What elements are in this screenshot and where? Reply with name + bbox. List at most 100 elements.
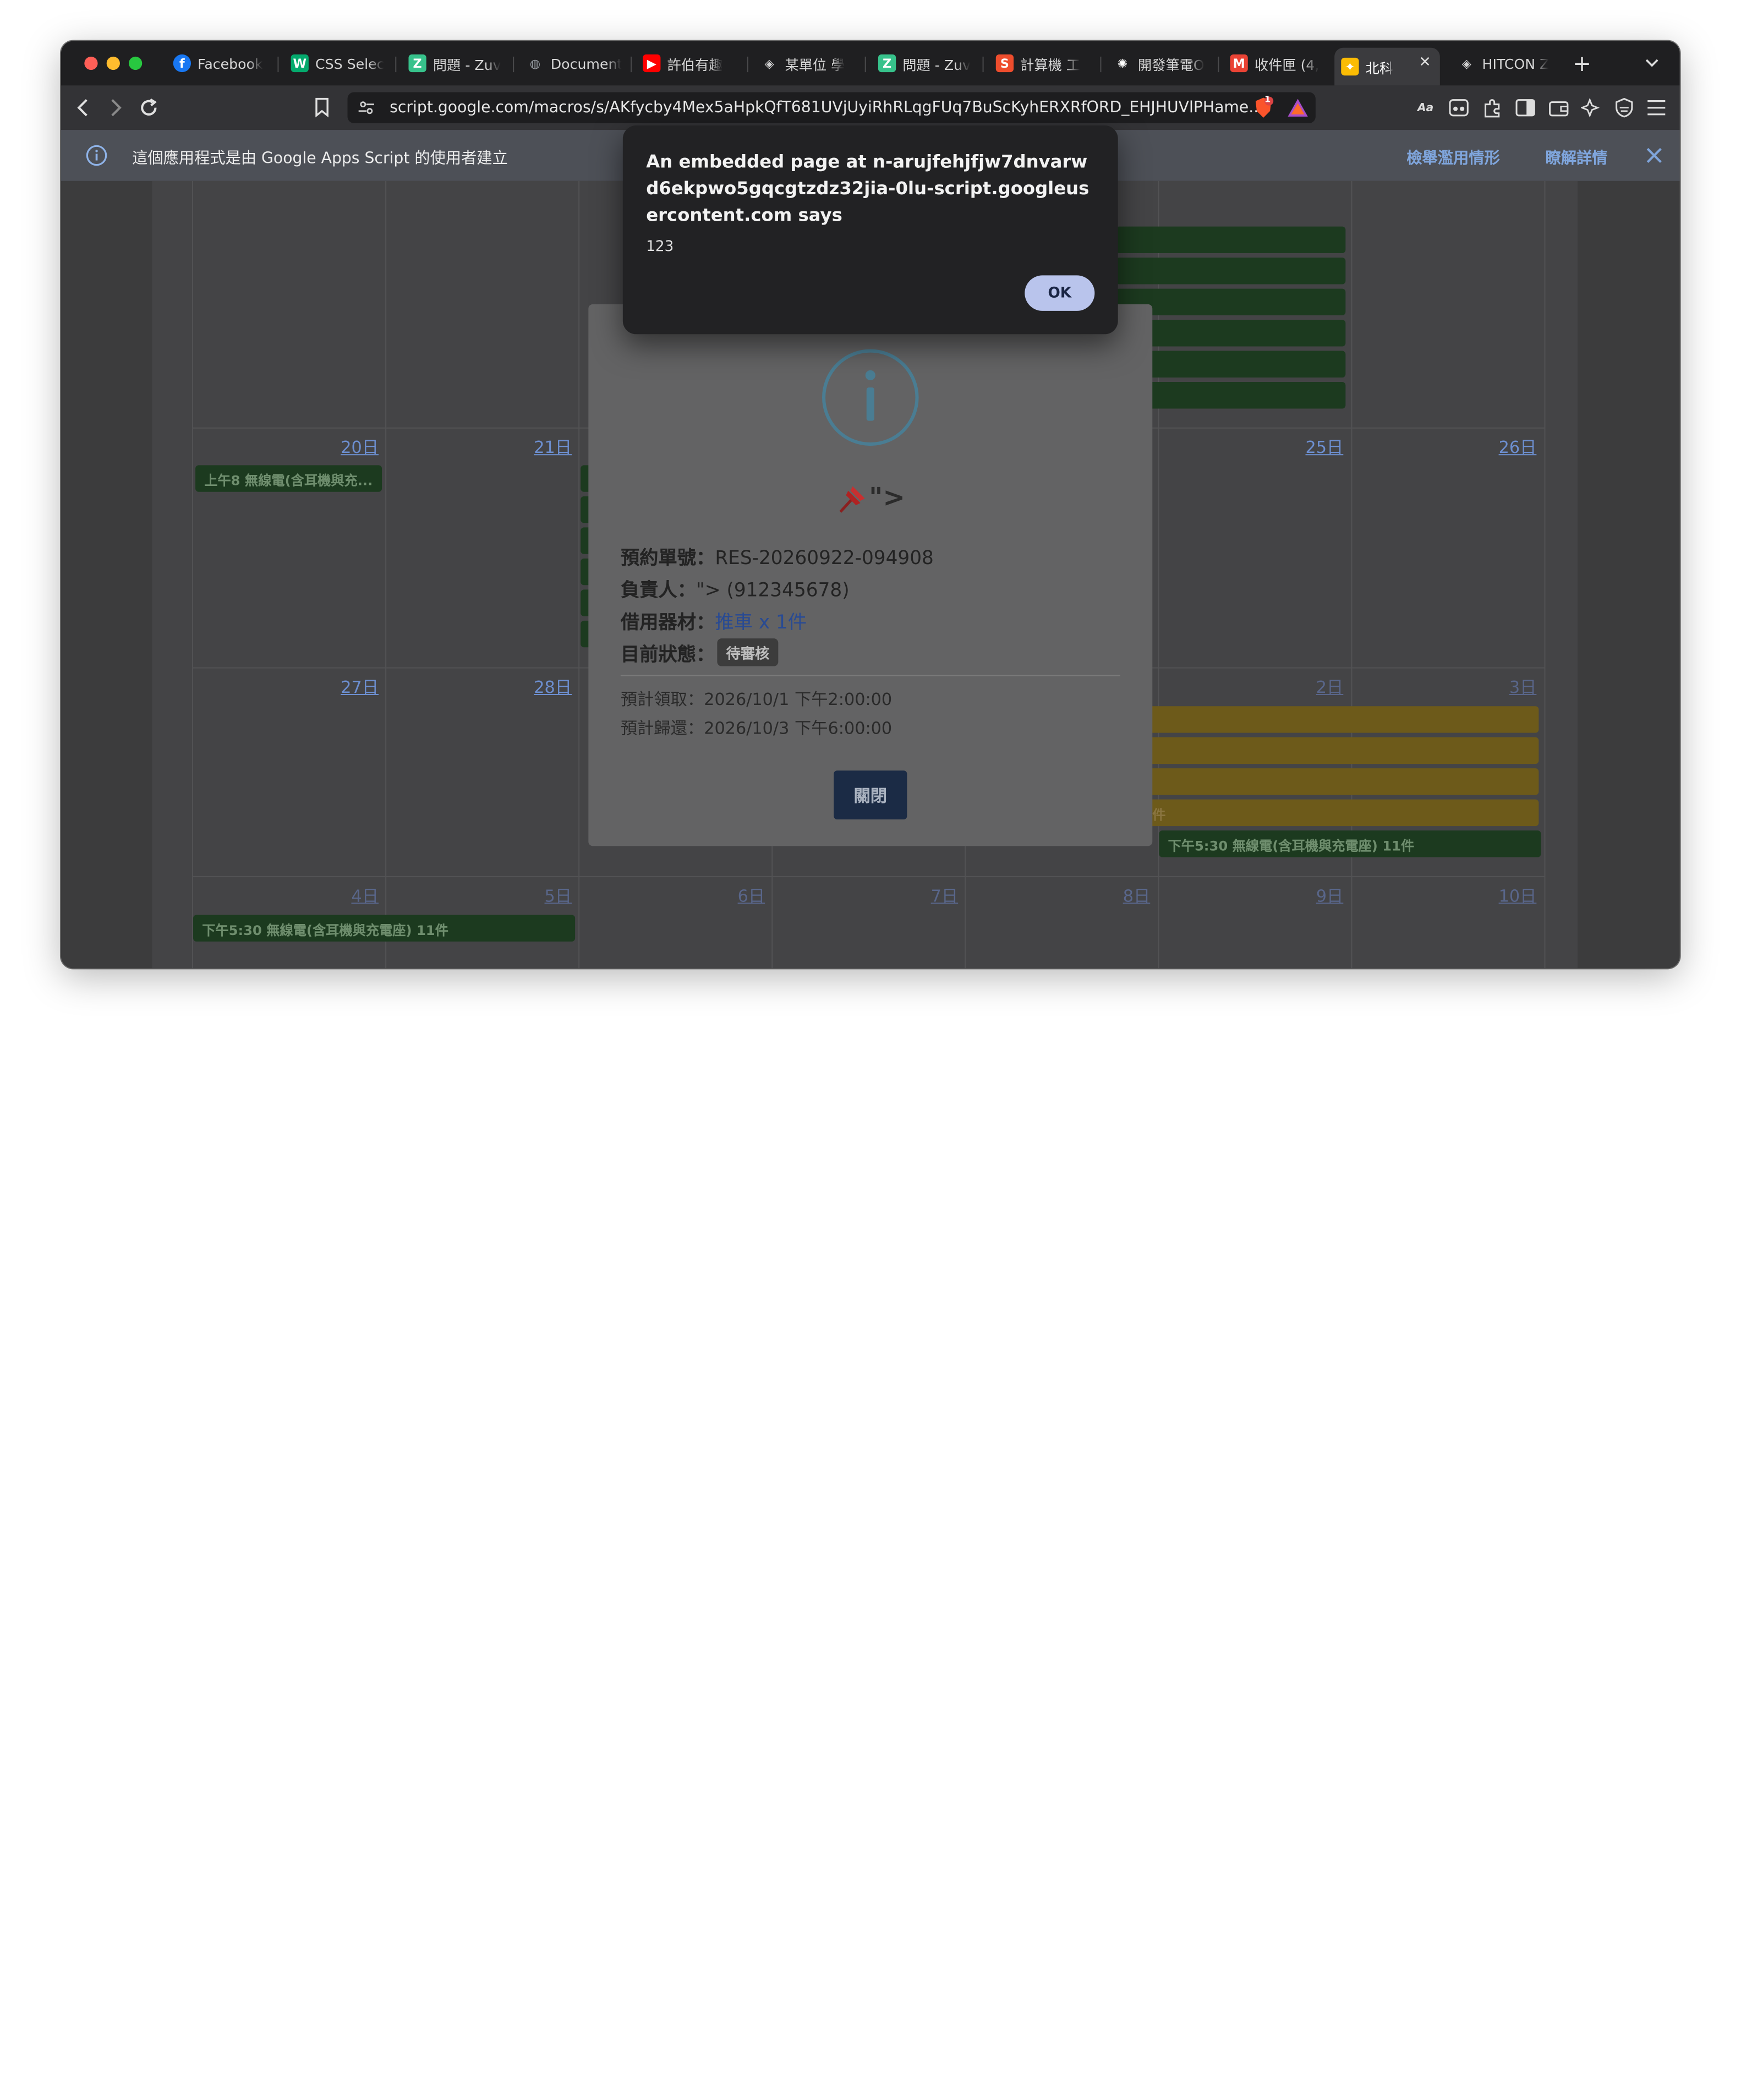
calendar-event[interactable]: [1115, 226, 1346, 254]
bookmark-icon[interactable]: [312, 97, 332, 118]
tab-1[interactable]: f Facebook: [167, 48, 269, 79]
calendar-event[interactable]: 下午5:30 無線電(含耳機與充電座) 11件: [193, 915, 576, 942]
gmail-icon: M: [1230, 54, 1248, 73]
tab-title: HITCON Z: [1482, 54, 1550, 72]
info-circle-icon: [820, 348, 921, 448]
brave-shields-icon[interactable]: 1: [1252, 94, 1274, 119]
pickup-row: 預計領取：2026/10/1 下午2:00:00: [621, 687, 892, 710]
reader-icon[interactable]: [1449, 98, 1469, 118]
close-window-button[interactable]: [84, 56, 98, 70]
reservation-detail-modal: "> 預約單號：RES-20260922-094908 負責人："> (9123…: [588, 304, 1153, 846]
back-icon[interactable]: [73, 98, 93, 118]
calendar-event[interactable]: [1143, 737, 1539, 764]
openai-icon: ✺: [1117, 56, 1128, 71]
equipment-row: 借用器材：推車 x 1件: [621, 606, 807, 634]
tab-separator: [864, 56, 866, 73]
calendar-event[interactable]: 下午5:30 無線電(含耳機與充電座) 11件: [1159, 830, 1541, 857]
leo-ai-icon[interactable]: [1581, 97, 1601, 118]
tab-12[interactable]: ◈ HITCON Z: [1451, 48, 1553, 79]
tab-3[interactable]: Z 問題 - Zuv: [402, 48, 504, 79]
vpn-icon[interactable]: [1614, 97, 1634, 118]
status-badge: 待審核: [717, 638, 779, 666]
info-bar-text: 這個應用程式是由 Google Apps Script 的使用者建立: [132, 150, 508, 168]
extensions-icon[interactable]: [1482, 98, 1502, 118]
status-label: 目前狀態：: [620, 644, 715, 666]
day-9[interactable]: 9日: [1277, 884, 1344, 907]
tab-title: 收件匣 (4,: [1254, 56, 1320, 73]
minimize-window-button[interactable]: [106, 56, 120, 70]
order-number-label: 預約單號：: [620, 547, 715, 570]
tab-separator: [395, 56, 397, 73]
calendar-event[interactable]: 件: [1143, 799, 1539, 827]
day-10[interactable]: 10日: [1470, 884, 1537, 907]
address-bar[interactable]: script.google.com/macros/s/AKfycby4Mex5a…: [347, 92, 1316, 123]
day-27[interactable]: 27日: [312, 675, 379, 698]
globe-icon: ◍: [529, 56, 541, 71]
translate-icon[interactable]: Aa: [1415, 98, 1435, 118]
report-abuse-link[interactable]: 檢舉濫用情形: [1406, 146, 1499, 168]
modal-heading-text: ">: [869, 482, 905, 513]
tab-10[interactable]: M 收件匣 (4,: [1223, 48, 1326, 79]
tab-8[interactable]: S 計算機 工: [989, 48, 1092, 79]
pickup-value: 2026/10/1 下午2:00:00: [704, 689, 893, 710]
browser-toolbar: script.google.com/macros/s/AKfycby4Mex5a…: [61, 85, 1680, 130]
calendar-event-label: 件: [1152, 807, 1166, 823]
owner-label: 負責人：: [620, 579, 697, 602]
tab-5[interactable]: ▶ 許伯有趣: [636, 48, 738, 79]
tab-title: Document: [550, 54, 622, 72]
tab-6[interactable]: ◈ 某單位 學: [754, 48, 856, 79]
day-7[interactable]: 7日: [891, 884, 959, 907]
calendar-event[interactable]: [1115, 258, 1346, 285]
calendar-event[interactable]: [1143, 706, 1539, 733]
owner-value: "> (912345678): [696, 579, 850, 602]
tab-separator: [513, 56, 514, 73]
tab-7[interactable]: Z 問題 - Zuv: [872, 48, 974, 79]
day-20[interactable]: 20日: [312, 435, 379, 458]
tab-title: 北科: [1365, 59, 1394, 76]
calendar-event[interactable]: 上午8 無線電(含耳機與充...: [195, 465, 382, 492]
tab-title: 計算機 工: [1020, 56, 1081, 73]
close-modal-button[interactable]: 關閉: [834, 770, 907, 819]
zuvio-icon: Z: [878, 54, 896, 73]
reload-icon[interactable]: [139, 98, 158, 118]
tab-search-chevron-icon[interactable]: [1642, 53, 1662, 73]
tab-title: 開發筆電O: [1138, 56, 1205, 73]
day-26[interactable]: 26日: [1470, 435, 1537, 458]
site-settings-icon[interactable]: [357, 98, 376, 118]
maximize-window-button[interactable]: [129, 56, 143, 70]
close-info-bar-icon[interactable]: [1644, 145, 1664, 165]
sidebar-icon[interactable]: [1515, 98, 1535, 118]
brave-rewards-icon[interactable]: [1286, 97, 1309, 119]
menu-icon[interactable]: [1646, 98, 1666, 118]
day-8[interactable]: 8日: [1083, 884, 1151, 907]
tab-separator: [1100, 56, 1102, 73]
close-tab-icon[interactable]: ✕: [1419, 54, 1431, 71]
alert-message: 123: [646, 238, 674, 256]
day-25[interactable]: 25日: [1277, 435, 1344, 458]
facebook-icon: f: [173, 54, 191, 73]
day-5[interactable]: 5日: [505, 884, 572, 907]
tab-title: 問題 - Zuv: [902, 56, 971, 73]
forward-icon[interactable]: [106, 98, 125, 118]
day-21[interactable]: 21日: [505, 435, 572, 458]
day-3[interactable]: 3日: [1470, 675, 1537, 698]
tab-9[interactable]: ✺ 開發筆電O: [1107, 48, 1209, 79]
equipment-value: 推車 x 1件: [715, 611, 807, 635]
modal-heading: ">: [588, 482, 1152, 516]
day-6[interactable]: 6日: [698, 884, 765, 907]
return-row: 預計歸還：2026/10/3 下午6:00:00: [621, 716, 892, 739]
pickup-label: 預計領取：: [620, 689, 704, 710]
alert-ok-button[interactable]: OK: [1025, 275, 1095, 311]
tab-4[interactable]: ◍ Document: [519, 48, 622, 79]
js-alert-dialog: An embedded page at n-arujfehjfjw7dnvarw…: [622, 125, 1118, 335]
calendar-event[interactable]: [1143, 768, 1539, 795]
new-tab-icon[interactable]: +: [1572, 50, 1592, 76]
learn-more-link[interactable]: 瞭解詳情: [1545, 146, 1607, 168]
tab-2[interactable]: W CSS Selec: [284, 48, 387, 79]
tab-11[interactable]: ✦ 北科 ✕: [1334, 47, 1440, 86]
day-4[interactable]: 4日: [312, 884, 379, 907]
day-28[interactable]: 28日: [505, 675, 572, 698]
pushpin-icon: [836, 482, 869, 516]
wallet-icon[interactable]: [1549, 98, 1569, 118]
day-2[interactable]: 2日: [1277, 675, 1344, 698]
